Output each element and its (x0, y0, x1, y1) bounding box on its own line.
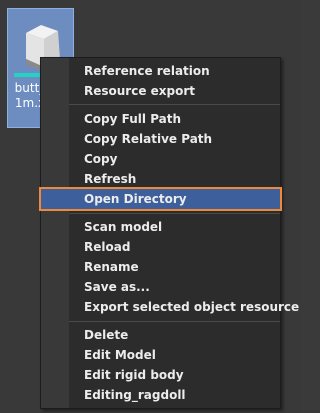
menu-item-resource-export[interactable]: Resource export (41, 81, 280, 101)
menu-item-editing-ragdoll[interactable]: Editing_ragdoll (41, 385, 280, 405)
menu-item-label: Copy (84, 152, 118, 166)
menu-item-label: Refresh (84, 172, 137, 186)
menu-item-export-selected-object-resource[interactable]: Export selected object resource (41, 297, 299, 317)
menu-item-label: Resource export (84, 84, 196, 98)
menu-item-label: Copy Relative Path (84, 132, 213, 146)
menu-item-reload[interactable]: Reload (41, 237, 280, 257)
menu-separator (69, 104, 280, 105)
menu-item-label: Edit Model (84, 348, 156, 362)
menu-item-save-as[interactable]: Save as... (41, 277, 280, 297)
menu-item-label: Export selected object resource (84, 300, 300, 314)
menu-item-open-directory[interactable]: Open Directory (39, 187, 282, 211)
menu-item-label: Copy Full Path (84, 112, 182, 126)
menu-item-edit-rigid-body[interactable]: Edit rigid body (41, 365, 280, 385)
menu-item-scan-model[interactable]: Scan model (41, 217, 280, 237)
menu-item-rename[interactable]: Rename (41, 257, 280, 277)
menu-item-label: Reference relation (84, 64, 210, 78)
menu-item-label: Scan model (84, 220, 163, 234)
asset-browser-area: butt_ 1m.x Reference relation Resource e… (0, 0, 302, 413)
menu-item-label: Rename (84, 260, 139, 274)
menu-item-label: Reload (84, 240, 131, 254)
menu-item-copy-relative-path[interactable]: Copy Relative Path (41, 129, 280, 149)
menu-item-copy[interactable]: Copy (41, 149, 280, 169)
menu-item-label: Delete (84, 328, 129, 342)
context-menu: Reference relation Resource export Copy … (39, 57, 299, 409)
menu-item-copy-full-path[interactable]: Copy Full Path (41, 109, 280, 129)
menu-item-label: Editing_ragdoll (84, 388, 186, 402)
menu-item-label: Save as... (84, 280, 150, 294)
menu-item-edit-model[interactable]: Edit Model (41, 345, 280, 365)
menu-separator (69, 213, 280, 214)
menu-item-delete[interactable]: Delete (41, 325, 280, 345)
menu-item-label: Edit rigid body (84, 368, 184, 382)
menu-item-label: Open Directory (84, 192, 187, 206)
menu-item-reference-relation[interactable]: Reference relation (41, 61, 280, 81)
menu-separator (69, 321, 280, 322)
menu-item-refresh[interactable]: Refresh (41, 169, 280, 189)
